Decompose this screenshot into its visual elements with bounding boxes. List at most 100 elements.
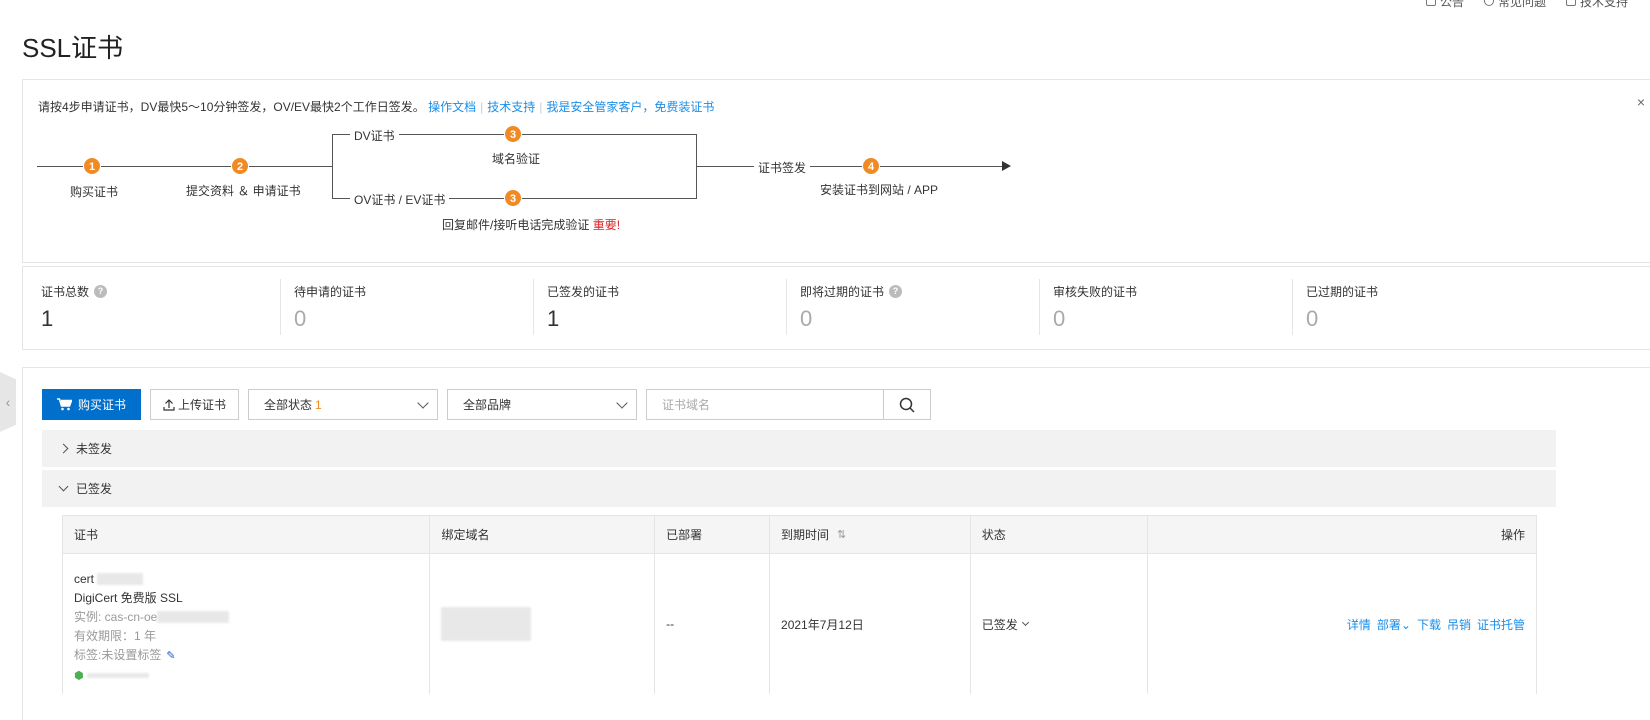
brand-filter-select[interactable]: 全部品牌 xyxy=(447,389,637,420)
buy-certificate-label: 购买证书 xyxy=(77,398,126,412)
help-icon[interactable]: ? xyxy=(889,285,903,298)
guide-panel: 请按4步申请证书，DV最快5～10分钟签发，OV/EV最快2个工作日签发。 操作… xyxy=(22,79,1650,263)
help-icon[interactable]: ? xyxy=(94,285,108,298)
cert-instance: 实例: cas-cn-oe xyxy=(74,610,230,624)
faq-label: 常见问题 xyxy=(1497,0,1546,9)
upload-certificate-label: 上传证书 xyxy=(177,398,226,412)
stat-value: 0 xyxy=(1306,306,1319,331)
expiry-cell: 2021年7月12日 xyxy=(770,554,971,694)
column-header-deployed: 已部署 xyxy=(655,516,771,553)
arrow-right-icon xyxy=(1002,161,1011,171)
redacted-domain xyxy=(441,607,532,641)
issue-label: 证书签发 xyxy=(754,159,811,176)
page-title: SSL证书 xyxy=(22,33,124,63)
upload-icon xyxy=(163,398,175,411)
faq-link[interactable]: 常见问题 xyxy=(1483,0,1546,9)
stat-value: 0 xyxy=(800,306,813,331)
group-unissued-label: 未签发 xyxy=(76,442,113,456)
column-header-domain: 绑定域名 xyxy=(430,516,656,553)
deployed-cell: -- xyxy=(655,554,771,694)
stat-pending[interactable]: 待申请的证书 0 xyxy=(276,267,529,349)
deploy-label: 部署 xyxy=(1376,617,1401,632)
support-link[interactable]: 技术支持 xyxy=(1565,0,1628,9)
stat-label: 即将过期的证书? xyxy=(800,283,1035,300)
status-cell[interactable]: 已签发 xyxy=(971,554,1148,694)
stat-label-text: 审核失败的证书 xyxy=(1053,285,1138,299)
column-header-expiry[interactable]: 到期时间 ⇅ xyxy=(770,516,971,553)
deploy-dropdown[interactable]: 部署⌄ xyxy=(1377,616,1411,633)
ov-branch-label: OV证书 / EV证书 xyxy=(350,191,450,208)
edit-icon[interactable]: ✎ xyxy=(166,650,175,662)
column-header-status: 状态 xyxy=(971,516,1148,553)
step-1-badge: 1 xyxy=(83,157,101,175)
cert-validity: 有效期限：1 年 xyxy=(74,628,157,643)
stat-label: 已过期的证书 xyxy=(1306,283,1541,300)
dv-step-label: 域名验证 xyxy=(492,152,541,166)
cert-tags: 标签:未设置标签 ✎ xyxy=(74,648,229,663)
cert-product: DigiCert 免费版 SSL xyxy=(74,590,183,605)
process-flow: 1 购买证书 2 提交资料 ＆ 申请证书 DV证书 3 域名验证 OV证书 / … xyxy=(23,80,1123,264)
cert-name-text: cert xyxy=(74,571,95,586)
cart-icon xyxy=(56,398,72,411)
step-2-badge: 2 xyxy=(231,157,249,175)
stat-label-text: 已签发的证书 xyxy=(547,285,620,299)
step-4-badge: 4 xyxy=(862,157,880,175)
stat-label: 待申请的证书 xyxy=(294,283,529,300)
close-icon[interactable]: × xyxy=(1637,94,1645,110)
flow-line xyxy=(696,166,1003,167)
sidebar-toggle[interactable]: ‹ xyxy=(0,372,16,432)
certificate-list-panel: 购买证书 上传证书 全部状态1 全部品牌 未签发 已签发 证书 绑定域名 已部署 xyxy=(22,367,1650,720)
chevron-left-icon: ‹ xyxy=(5,394,11,410)
announcement-label: 公告 xyxy=(1439,0,1464,9)
domain-search-input[interactable] xyxy=(646,389,884,420)
download-link[interactable]: 下载 xyxy=(1417,616,1441,633)
chevron-down-icon xyxy=(58,481,69,492)
details-link[interactable]: 详情 xyxy=(1347,616,1371,633)
brand-filter-label: 全部品牌 xyxy=(463,398,512,412)
status-text: 已签发 xyxy=(981,617,1018,632)
stat-value: 1 xyxy=(41,306,54,331)
step-3-ov-badge: 3 xyxy=(504,189,522,207)
support-icon xyxy=(1565,0,1576,6)
chevron-down-icon xyxy=(1021,618,1029,627)
chevron-down-icon: ⌄ xyxy=(1400,617,1411,632)
status-filter-count: 1 xyxy=(315,398,322,412)
stat-value: 0 xyxy=(1053,306,1066,331)
chevron-down-icon xyxy=(616,396,628,409)
revoke-link[interactable]: 吊销 xyxy=(1447,616,1471,633)
cert-info: cert DigiCert 免费版 SSL 实例: cas-cn-oe 有效期限… xyxy=(74,566,230,683)
step-2-label: 提交资料 ＆ 申请证书 xyxy=(186,184,301,198)
stat-total[interactable]: 证书总数? 1 xyxy=(23,267,276,349)
stat-label-text: 待申请的证书 xyxy=(294,285,367,299)
search-icon xyxy=(899,397,915,413)
group-issued-label: 已签发 xyxy=(76,482,113,496)
domain-cell xyxy=(430,554,656,694)
stat-issued[interactable]: 已签发的证书 1 xyxy=(529,267,782,349)
group-issued[interactable]: 已签发 xyxy=(42,470,1556,507)
status-filter-select[interactable]: 全部状态 1 xyxy=(248,389,438,420)
cert-hosting-link[interactable]: 证书托管 xyxy=(1477,616,1525,633)
stat-expiring[interactable]: 即将过期的证书? 0 xyxy=(782,267,1035,349)
column-header-certificate: 证书 xyxy=(63,516,431,553)
dv-branch-label: DV证书 xyxy=(350,127,399,144)
redacted-block xyxy=(86,672,149,678)
ov-step-label: 回复邮件/接听电话完成验证 重要! xyxy=(438,216,624,233)
cert-name[interactable]: cert xyxy=(74,572,229,586)
cert-cell: cert DigiCert 免费版 SSL 实例: cas-cn-oe 有效期限… xyxy=(63,554,431,694)
search-button[interactable] xyxy=(884,389,931,420)
announcement-link[interactable]: 公告 xyxy=(1425,0,1464,9)
help-circle-icon xyxy=(1483,0,1494,6)
cert-security-indicator: ⬢ xyxy=(74,668,229,683)
group-unissued[interactable]: 未签发 xyxy=(42,430,1556,467)
stat-expired[interactable]: 已过期的证书 0 xyxy=(1288,267,1541,349)
stat-failed[interactable]: 审核失败的证书 0 xyxy=(1035,267,1288,349)
upload-certificate-button[interactable]: 上传证书 xyxy=(150,389,239,420)
shield-icon: ⬢ xyxy=(74,669,84,682)
status-filter-label: 全部状态 xyxy=(264,398,313,412)
buy-certificate-button[interactable]: 购买证书 xyxy=(42,389,141,420)
sort-icon[interactable]: ⇅ xyxy=(837,528,846,541)
status-filter-value: 全部状态 1 xyxy=(264,396,322,413)
top-links: 公告 常见问题 技术支持 xyxy=(1425,0,1650,9)
table-row: cert DigiCert 免费版 SSL 实例: cas-cn-oe 有效期限… xyxy=(63,554,1536,694)
stat-label-text: 即将过期的证书 xyxy=(800,285,885,299)
